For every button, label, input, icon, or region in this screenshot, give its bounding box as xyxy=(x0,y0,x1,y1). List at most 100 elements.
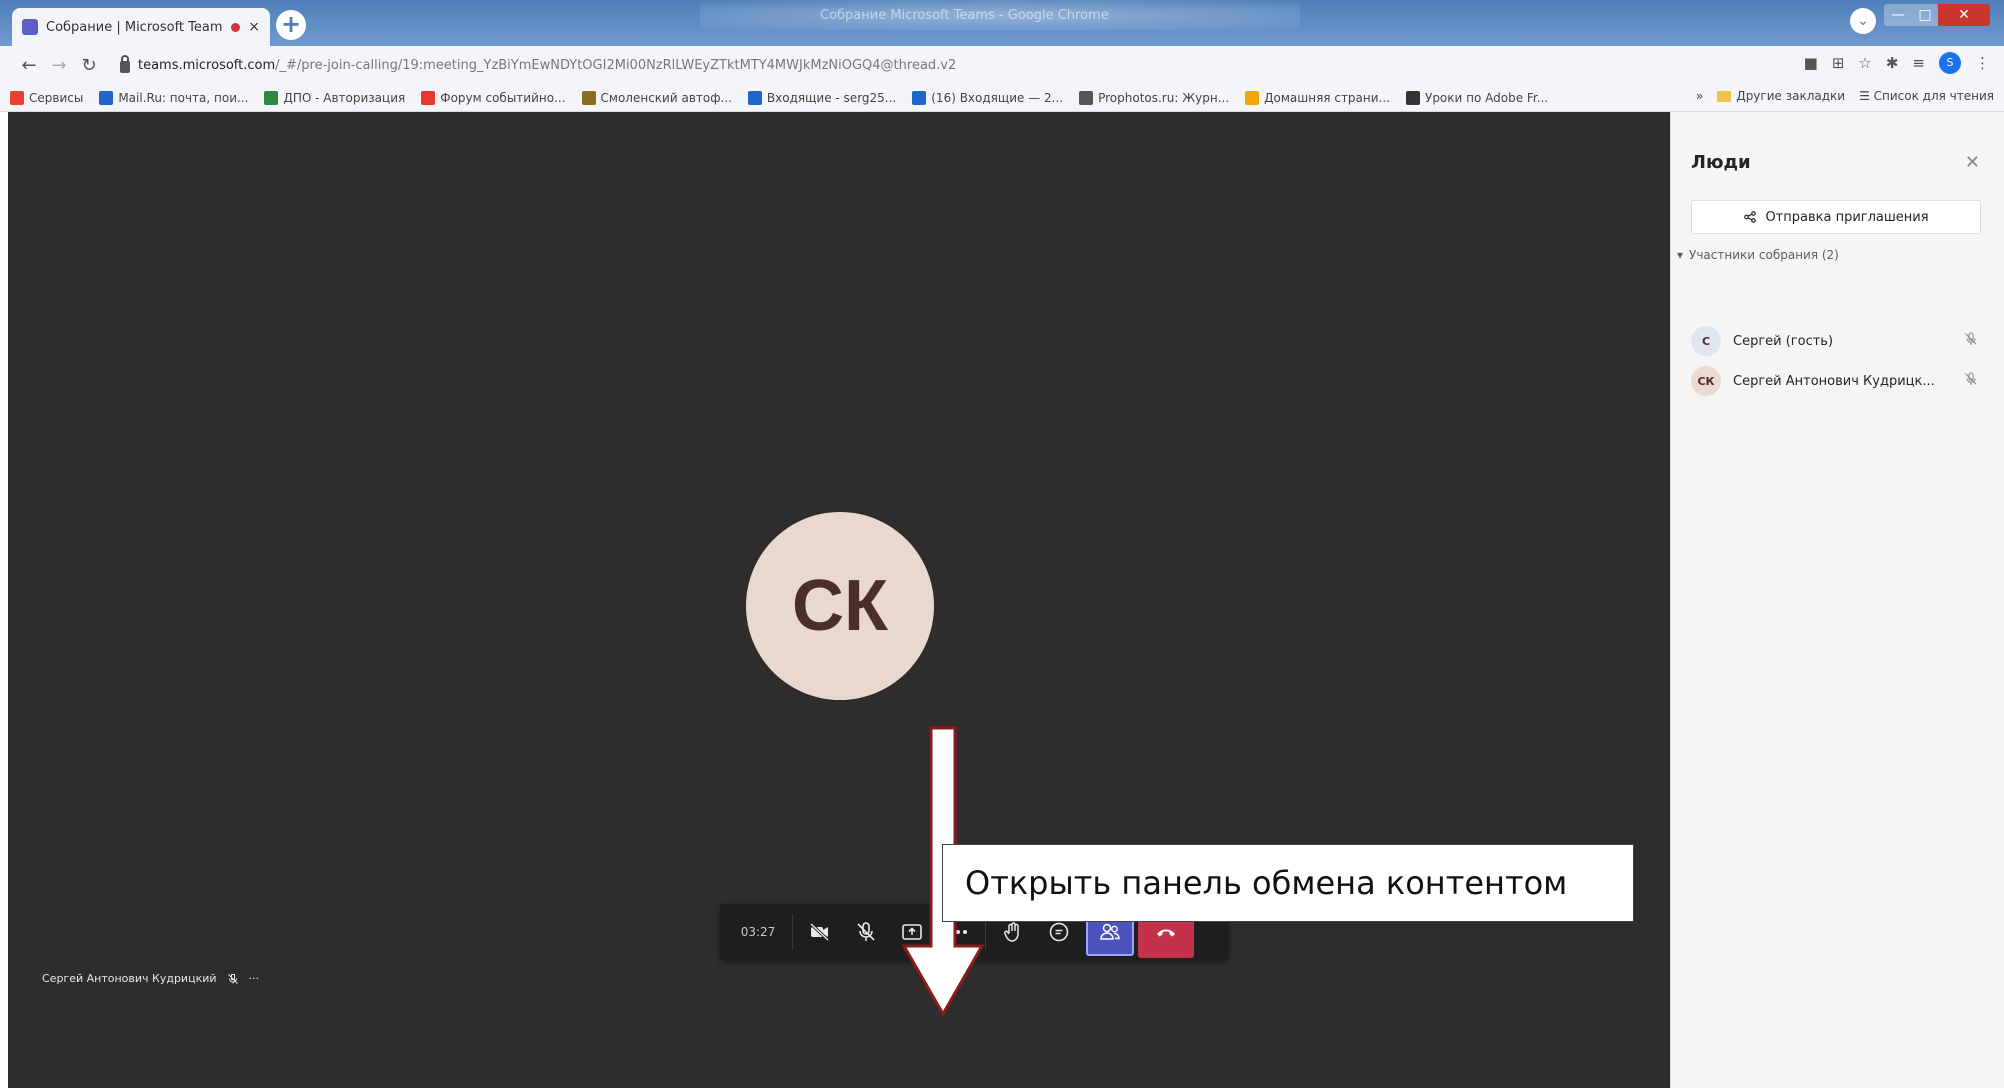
reading-list-icon: ☰ xyxy=(1859,89,1874,103)
bookmark-item[interactable]: Уроки по Adobe Fr... xyxy=(1406,90,1548,105)
bookmark-favicon-icon xyxy=(912,90,927,105)
browser-menu-icon[interactable]: ⋮ xyxy=(1975,54,1990,72)
participant-name: Сергей Антонович Кудрицкий xyxy=(42,972,217,985)
bookmark-favicon-icon xyxy=(264,90,279,105)
mic-off-icon xyxy=(227,973,238,984)
bookmark-label: ДПО - Авторизация xyxy=(283,90,406,105)
bookmark-item[interactable]: Входящие - serg25... xyxy=(747,90,897,105)
camera-indicator-icon[interactable]: ■ xyxy=(1804,54,1818,72)
bookmark-item[interactable]: Prophotos.ru: Журн... xyxy=(1079,90,1230,105)
camera-toggle-button[interactable] xyxy=(797,910,843,954)
send-invite-button[interactable]: Отправка приглашения xyxy=(1691,200,1981,234)
panel-close-icon[interactable]: ✕ xyxy=(1965,152,1980,173)
meeting-stage: СК Сергей Антонович Кудрицкий ··· 03:27 xyxy=(8,112,1670,1088)
bookmarks-bar: Сервисы Mail.Ru: почта, пои... ДПО - Автор… xyxy=(0,84,2004,112)
bookmark-label: Смоленский автоф... xyxy=(600,90,732,105)
profile-avatar-icon[interactable]: S xyxy=(1939,52,1961,74)
minimize-button[interactable]: — xyxy=(1884,4,1912,26)
bookmark-label: Prophotos.ru: Журн... xyxy=(1098,90,1230,105)
new-tab-button[interactable]: + xyxy=(276,10,306,40)
bookmarks-bar-right: » Другие закладки ☰ Список для чтения xyxy=(1696,89,1994,103)
lock-icon xyxy=(120,55,130,73)
url-text: teams.microsoft.com/_#/pre-join-calling/… xyxy=(138,58,956,73)
mic-toggle-button[interactable] xyxy=(843,910,889,954)
other-bookmarks[interactable]: Другие закладки xyxy=(1717,89,1845,103)
reload-icon[interactable]: ↻ xyxy=(74,55,104,76)
people-icon xyxy=(1100,923,1120,940)
participants-section-label: Участники собрания (2) xyxy=(1689,248,1839,262)
participant-name: Сергей Антонович Кудрицк... xyxy=(1733,373,1935,389)
profile-menu-icon[interactable]: ⌄ xyxy=(1850,8,1876,34)
media-control-icon[interactable]: ≡ xyxy=(1912,54,1925,72)
participant-avatar: С xyxy=(1691,326,1721,356)
bookmark-item[interactable]: Форум событийно... xyxy=(421,90,566,105)
install-app-icon[interactable]: ⊞ xyxy=(1832,54,1845,72)
participants-section-toggle[interactable]: ▾ Участники собрания (2) xyxy=(1677,248,1839,262)
other-bookmarks-label: Другие закладки xyxy=(1736,89,1846,103)
collapse-chevron-icon: ▾ xyxy=(1677,248,1684,262)
reading-list[interactable]: ☰ Список для чтения xyxy=(1859,89,1994,103)
browser-tab-strip: Собрание Microsoft Teams - Google Chrome… xyxy=(0,0,2004,46)
url-host: teams.microsoft.com xyxy=(138,57,276,73)
more-bookmarks-icon[interactable]: » xyxy=(1696,89,1703,103)
participant-row[interactable]: СК Сергей Антонович Кудрицк... xyxy=(1691,366,1981,396)
participant-avatar: СК xyxy=(1691,366,1721,396)
tab-title: Собрание | Microsoft Teams xyxy=(46,19,224,35)
share-link-icon xyxy=(1744,211,1757,223)
bookmark-item[interactable]: Смоленский автоф... xyxy=(581,90,732,105)
panel-title: Люди xyxy=(1691,152,1751,173)
recording-dot-icon xyxy=(231,22,241,32)
participant-name-tag: Сергей Антонович Кудрицкий ··· xyxy=(42,972,259,985)
annotation-callout: Открыть панель обмена контентом xyxy=(942,844,1634,922)
camera-off-icon xyxy=(809,922,830,942)
bookmark-favicon-icon xyxy=(581,90,596,105)
mic-off-icon xyxy=(1963,371,1981,391)
bookmark-favicon-icon xyxy=(10,90,24,105)
participant-row[interactable]: С Сергей (гость) xyxy=(1691,326,1981,356)
bookmark-item[interactable]: Домашняя страни... xyxy=(1245,90,1390,105)
back-icon[interactable]: ← xyxy=(14,55,44,76)
send-invite-label: Отправка приглашения xyxy=(1765,209,1929,225)
bookmark-label: Форум событийно... xyxy=(440,90,566,105)
mic-off-icon xyxy=(1963,331,1981,351)
bookmark-item[interactable]: ДПО - Авторизация xyxy=(264,90,406,105)
bookmark-favicon-icon xyxy=(1406,90,1420,105)
hang-up-icon xyxy=(1157,929,1175,937)
controls-divider xyxy=(792,914,793,950)
bookmark-label: Mail.Ru: почта, пои... xyxy=(118,90,249,105)
extensions-icon[interactable]: ✱ xyxy=(1886,54,1899,72)
bookmark-label: Домашняя страни... xyxy=(1264,90,1390,105)
bookmark-label: Сервисы xyxy=(29,90,84,105)
bookmark-favicon-icon xyxy=(1245,90,1260,105)
bookmark-favicon-icon xyxy=(747,90,762,105)
extension-icons: ■ ⊞ ☆ ✱ ≡ S ⋮ xyxy=(1804,52,1990,74)
bookmark-label: Входящие - serg25... xyxy=(766,90,897,105)
participant-name: Сергей (гость) xyxy=(1733,333,1834,349)
tab-close-icon[interactable]: × xyxy=(248,19,260,35)
people-panel: Люди ✕ Отправка приглашения ▾ Участники … xyxy=(1670,112,2004,1088)
reading-list-label: Список для чтения xyxy=(1873,89,1994,103)
bookmark-favicon-icon xyxy=(99,90,114,105)
browser-tab-teams[interactable]: Собрание | Microsoft Teams × xyxy=(12,8,270,46)
participant-avatar: СК xyxy=(746,512,934,700)
close-window-button[interactable]: ✕ xyxy=(1938,4,1990,26)
bookmark-star-icon[interactable]: ☆ xyxy=(1858,54,1871,72)
bookmark-item[interactable]: Сервисы xyxy=(10,90,84,105)
call-timer: 03:27 xyxy=(740,925,776,939)
bookmark-favicon-icon xyxy=(1079,90,1094,105)
url-path: /_#/pre-join-calling/19:meeting_YzBiYmEw… xyxy=(275,57,957,73)
folder-icon xyxy=(1717,91,1732,102)
bookmark-favicon-icon xyxy=(421,90,436,105)
raise-hand-icon xyxy=(1004,922,1019,942)
teams-icon xyxy=(22,19,38,35)
bookmark-item[interactable]: (16) Входящие — 2... xyxy=(912,90,1063,105)
forward-icon[interactable]: → xyxy=(44,55,74,76)
maximize-button[interactable]: □ xyxy=(1912,4,1938,26)
browser-toolbar: ← → ↻ teams.microsoft.com/_#/pre-join-ca… xyxy=(0,46,2004,84)
chat-icon xyxy=(1049,922,1069,942)
address-bar[interactable]: teams.microsoft.com/_#/pre-join-calling/… xyxy=(112,50,1712,80)
screen: Собрание Microsoft Teams - Google Chrome… xyxy=(0,0,2004,1088)
participant-more-icon[interactable]: ··· xyxy=(249,972,260,985)
window-title: Собрание Microsoft Teams - Google Chrome xyxy=(820,8,1109,23)
bookmark-item[interactable]: Mail.Ru: почта, пои... xyxy=(99,90,249,105)
